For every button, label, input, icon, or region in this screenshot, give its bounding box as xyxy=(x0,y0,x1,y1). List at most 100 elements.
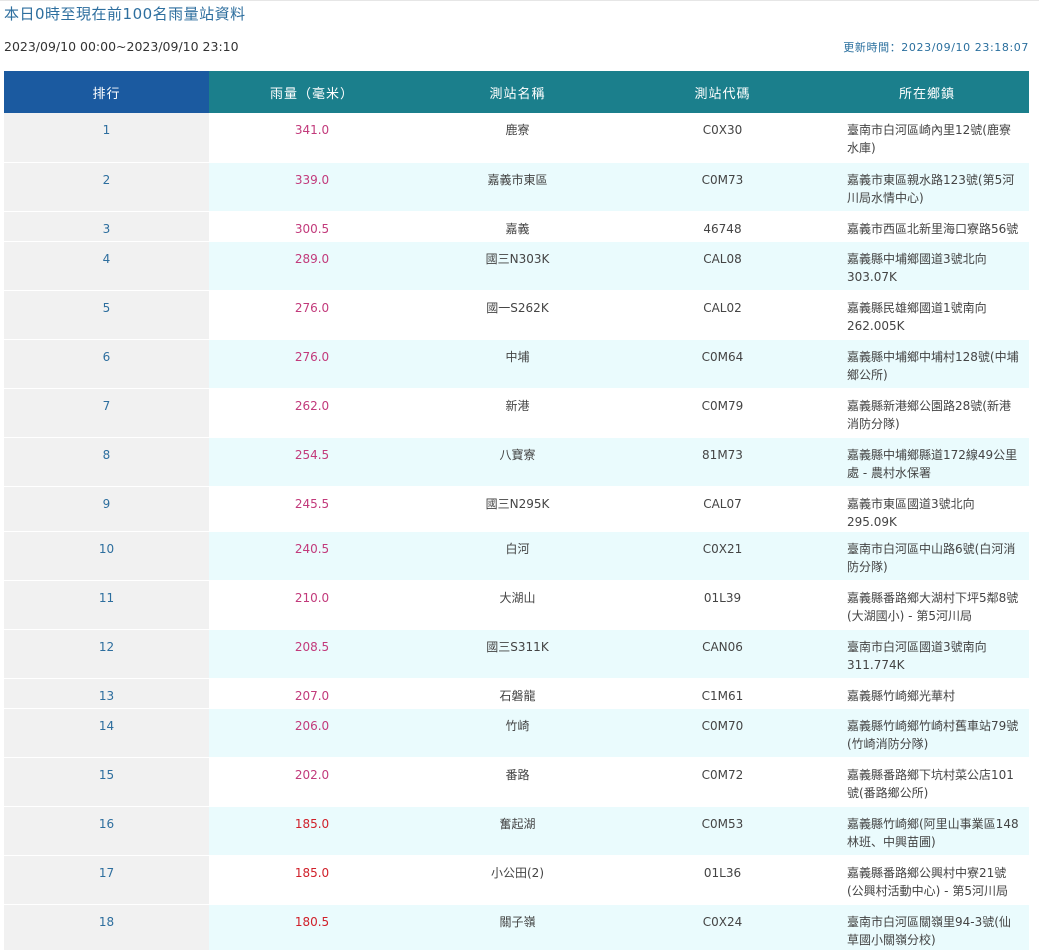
station-code-cell: C0M72 xyxy=(620,757,825,807)
station-code-cell: C0X24 xyxy=(620,904,825,951)
station-code-cell: CAL07 xyxy=(620,486,825,532)
rainfall-cell: 276.0 xyxy=(209,339,415,389)
table-row: 12 208.5 國三S311K CAN06 臺南市白河區國道3號南向311.774K xyxy=(4,629,1029,679)
table-row: 14 206.0 竹崎 C0M70 嘉義縣竹崎鄉竹崎村舊車站79號(竹崎消防分隊) xyxy=(4,708,1029,758)
township-cell: 嘉義縣竹崎鄉竹崎村舊車站79號(竹崎消防分隊) xyxy=(825,708,1029,758)
header-rank[interactable]: 排行 xyxy=(4,71,209,113)
station-code-cell: C0M64 xyxy=(620,339,825,389)
township-cell: 嘉義縣竹崎鄉(阿里山事業區148林班、中興苗圃) xyxy=(825,806,1029,856)
station-code-cell: 81M73 xyxy=(620,437,825,487)
station-code-cell: C0M73 xyxy=(620,162,825,212)
table-row: 10 240.5 白河 C0X21 臺南市白河區中山路6號(白河消防分隊) xyxy=(4,531,1029,581)
station-code-cell: C0M53 xyxy=(620,806,825,856)
table-row: 11 210.0 大湖山 01L39 嘉義縣番路鄉大湖村下坪5鄰8號(大湖國小) - 第… xyxy=(4,580,1029,630)
header-station-name[interactable]: 測站名稱 xyxy=(415,71,620,113)
township-cell: 嘉義縣番路鄉公興村中寮21號(公興村活動中心) - 第5河川局 xyxy=(825,855,1029,905)
township-cell: 臺南市白河區崎內里12號(鹿寮水庫) xyxy=(825,113,1029,163)
township-cell: 嘉義縣民雄鄉國道1號南向262.005K xyxy=(825,290,1029,340)
township-cell: 嘉義縣中埔鄉中埔村128號(中埔鄉公所) xyxy=(825,339,1029,389)
rainfall-cell: 341.0 xyxy=(209,113,415,163)
rainfall-cell: 202.0 xyxy=(209,757,415,807)
township-cell: 嘉義縣新港鄉公園路28號(新港消防分隊) xyxy=(825,388,1029,438)
station-code-cell: CAL02 xyxy=(620,290,825,340)
rank-cell: 4 xyxy=(4,241,209,291)
station-name-cell: 國一S262K xyxy=(415,290,620,340)
station-name-cell: 新港 xyxy=(415,388,620,438)
rainfall-cell: 207.0 xyxy=(209,678,415,709)
table-row: 13 207.0 石磐龍 C1M61 嘉義縣竹崎鄉光華村 xyxy=(4,678,1029,709)
rainfall-cell: 254.5 xyxy=(209,437,415,487)
rainfall-cell: 206.0 xyxy=(209,708,415,758)
table-row: 8 254.5 八寶寮 81M73 嘉義縣中埔鄉縣道172線49公里處 - 農村水保署 xyxy=(4,437,1029,487)
station-code-cell: CAL08 xyxy=(620,241,825,291)
header-rainfall[interactable]: 雨量（毫米） xyxy=(209,71,415,113)
rainfall-cell: 185.0 xyxy=(209,855,415,905)
rank-cell: 18 xyxy=(4,904,209,951)
table-header-row: 排行 雨量（毫米） 測站名稱 測站代碼 所在鄉鎮 xyxy=(4,71,1029,113)
header-township[interactable]: 所在鄉鎮 xyxy=(825,71,1029,113)
table-row: 17 185.0 小公田(2) 01L36 嘉義縣番路鄉公興村中寮21號(公興村活動中心… xyxy=(4,855,1029,905)
table-row: 3 300.5 嘉義 46748 嘉義市西區北新里海口寮路56號 xyxy=(4,211,1029,242)
rank-cell: 7 xyxy=(4,388,209,438)
rainfall-cell: 210.0 xyxy=(209,580,415,630)
station-code-cell: CAN06 xyxy=(620,629,825,679)
township-cell: 嘉義縣番路鄉下坑村菜公店101號(番路鄉公所) xyxy=(825,757,1029,807)
station-name-cell: 嘉義市東區 xyxy=(415,162,620,212)
rainfall-cell: 240.5 xyxy=(209,531,415,581)
table-row: 1 341.0 鹿寮 C0X30 臺南市白河區崎內里12號(鹿寮水庫) xyxy=(4,113,1029,163)
rank-cell: 16 xyxy=(4,806,209,856)
station-name-cell: 石磐龍 xyxy=(415,678,620,709)
station-name-cell: 大湖山 xyxy=(415,580,620,630)
rank-cell: 14 xyxy=(4,708,209,758)
station-code-cell: C0X30 xyxy=(620,113,825,163)
station-code-cell: C0X21 xyxy=(620,531,825,581)
station-name-cell: 小公田(2) xyxy=(415,855,620,905)
station-code-cell: C1M61 xyxy=(620,678,825,709)
station-code-cell: 01L39 xyxy=(620,580,825,630)
township-cell: 嘉義市東區國道3號北向295.09K xyxy=(825,486,1029,532)
table-row: 16 185.0 奮起湖 C0M53 嘉義縣竹崎鄉(阿里山事業區148林班、中興苗圃) xyxy=(4,806,1029,856)
rainfall-cell: 262.0 xyxy=(209,388,415,438)
rank-cell: 10 xyxy=(4,531,209,581)
table-row: 6 276.0 中埔 C0M64 嘉義縣中埔鄉中埔村128號(中埔鄉公所) xyxy=(4,339,1029,389)
rainfall-table: 排行 雨量（毫米） 測站名稱 測站代碼 所在鄉鎮 1 341.0 鹿寮 C0X30 臺南… xyxy=(4,71,1029,951)
station-code-cell: C0M79 xyxy=(620,388,825,438)
table-row: 9 245.5 國三N295K CAL07 嘉義市東區國道3號北向295.09K xyxy=(4,486,1029,532)
township-cell: 臺南市白河區關嶺里94-3號(仙草國小關嶺分校) xyxy=(825,904,1029,951)
station-name-cell: 番路 xyxy=(415,757,620,807)
time-range: 2023/09/10 00:00~2023/09/10 23:10 xyxy=(4,39,239,54)
rank-cell: 12 xyxy=(4,629,209,679)
rainfall-cell: 245.5 xyxy=(209,486,415,532)
station-name-cell: 國三S311K xyxy=(415,629,620,679)
township-cell: 嘉義縣中埔鄉國道3號北向303.07K xyxy=(825,241,1029,291)
station-name-cell: 鹿寮 xyxy=(415,113,620,163)
station-code-cell: 01L36 xyxy=(620,855,825,905)
rainfall-cell: 208.5 xyxy=(209,629,415,679)
table-row: 15 202.0 番路 C0M72 嘉義縣番路鄉下坑村菜公店101號(番路鄉公所) xyxy=(4,757,1029,807)
table-row: 5 276.0 國一S262K CAL02 嘉義縣民雄鄉國道1號南向262.005K xyxy=(4,290,1029,340)
rainfall-cell: 339.0 xyxy=(209,162,415,212)
rank-cell: 17 xyxy=(4,855,209,905)
header-station-code[interactable]: 測站代碼 xyxy=(620,71,825,113)
station-name-cell: 奮起湖 xyxy=(415,806,620,856)
station-name-cell: 關子嶺 xyxy=(415,904,620,951)
rank-cell: 6 xyxy=(4,339,209,389)
rank-cell: 1 xyxy=(4,113,209,163)
station-name-cell: 國三N295K xyxy=(415,486,620,532)
rank-cell: 11 xyxy=(4,580,209,630)
township-cell: 嘉義縣中埔鄉縣道172線49公里處 - 農村水保署 xyxy=(825,437,1029,487)
township-cell: 嘉義縣番路鄉大湖村下坪5鄰8號(大湖國小) - 第5河川局 xyxy=(825,580,1029,630)
table-row: 4 289.0 國三N303K CAL08 嘉義縣中埔鄉國道3號北向303.07K xyxy=(4,241,1029,291)
rainfall-cell: 276.0 xyxy=(209,290,415,340)
table-row: 18 180.5 關子嶺 C0X24 臺南市白河區關嶺里94-3號(仙草國小關嶺分校) xyxy=(4,904,1029,951)
station-name-cell: 竹崎 xyxy=(415,708,620,758)
rainfall-cell: 300.5 xyxy=(209,211,415,242)
rank-cell: 9 xyxy=(4,486,209,532)
rank-cell: 13 xyxy=(4,678,209,709)
station-name-cell: 嘉義 xyxy=(415,211,620,242)
rank-cell: 2 xyxy=(4,162,209,212)
rainfall-cell: 180.5 xyxy=(209,904,415,951)
station-name-cell: 中埔 xyxy=(415,339,620,389)
page-title: 本日0時至現在前100名雨量站資料 xyxy=(4,5,246,23)
township-cell: 臺南市白河區中山路6號(白河消防分隊) xyxy=(825,531,1029,581)
